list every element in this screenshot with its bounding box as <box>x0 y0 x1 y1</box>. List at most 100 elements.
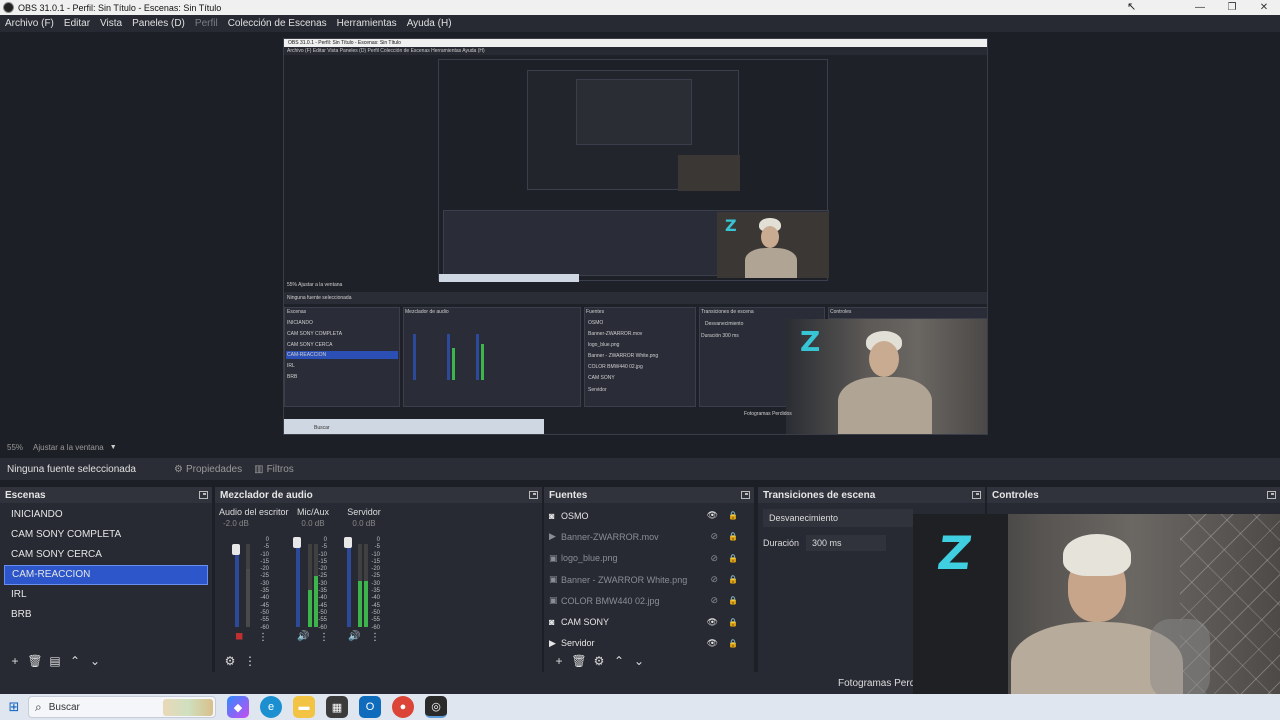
channel-db: -2.0 dB <box>223 519 249 528</box>
transitions-title: Transiciones de escena <box>763 489 876 501</box>
advanced-audio-icon[interactable]: ⚙ <box>220 654 240 668</box>
chevron-down-icon[interactable]: ⌄ <box>629 654 649 668</box>
lock-icon[interactable]: 🔒 <box>728 511 738 520</box>
speaker-icon[interactable]: 🔊 <box>297 631 309 642</box>
sources-title: Fuentes <box>549 489 588 501</box>
transition-select[interactable]: Desvanecimiento <box>763 509 913 527</box>
source-item-color-bmw[interactable]: ▣ COLOR BMW440 02.jpg ⊘ 🔒 <box>544 590 754 611</box>
meter-fill-mic <box>308 589 312 627</box>
source-item-banner-white[interactable]: ▣ Banner - ZWARROR White.png ⊘ 🔒 <box>544 569 754 590</box>
undock-icon[interactable] <box>529 491 538 499</box>
transition-duration: Duración 300 ms <box>763 535 887 551</box>
menu-help[interactable]: Ayuda (H) <box>407 18 452 29</box>
chevron-up-icon[interactable]: ⌃ <box>609 654 629 668</box>
add-source-icon[interactable]: + <box>549 654 569 668</box>
no-source-selected: Ninguna fuente seleccionada <box>7 463 136 475</box>
meter-tick: -10 <box>371 551 380 558</box>
add-scene-icon[interactable]: + <box>5 654 25 668</box>
muted-speaker-icon[interactable]: ◼ <box>235 631 243 642</box>
undock-icon[interactable] <box>1267 491 1276 499</box>
lock-icon[interactable]: 🔒 <box>728 532 738 541</box>
filters-button[interactable]: ▥ Filtros <box>254 464 294 475</box>
fader-mic[interactable] <box>293 537 301 548</box>
eye-hidden-icon[interactable]: ⊘ <box>710 574 718 585</box>
trash-icon[interactable]: 🗑 <box>569 654 589 668</box>
play-icon: ▶ <box>549 531 556 542</box>
scenes-toolbar: + 🗑 ▤ ⌃ ⌄ <box>0 650 212 672</box>
menu-docks[interactable]: Paneles (D) <box>132 18 185 29</box>
source-item-osmo[interactable]: ◙ OSMO 👁 🔒 <box>544 505 754 526</box>
eye-hidden-icon[interactable]: ⊘ <box>710 531 718 542</box>
maximize-icon[interactable]: ❐ <box>1216 0 1248 15</box>
chrome-icon[interactable]: ● <box>392 696 414 718</box>
meter-desktop-r <box>246 544 250 627</box>
scene-item-cam-sony-completa[interactable]: CAM SONY COMPLETA <box>4 525 208 545</box>
scene-item-cam-reaccion[interactable]: CAM-REACCION <box>4 565 208 585</box>
speaker-icon[interactable]: 🔊 <box>348 631 360 642</box>
eye-hidden-icon[interactable]: ⊘ <box>710 553 718 564</box>
trash-icon[interactable]: 🗑 <box>25 654 45 668</box>
fader-desktop[interactable] <box>232 544 240 555</box>
menu-scene-collection[interactable]: Colección de Escenas <box>228 18 327 29</box>
windows-start-icon[interactable]: ⊞ <box>0 699 28 715</box>
more-options-icon[interactable]: ⋮ <box>258 632 268 643</box>
properties-button[interactable]: ⚙ Propiedades <box>174 464 242 475</box>
scene-item-irl[interactable]: IRL <box>4 585 208 605</box>
more-options-icon[interactable]: ⋮ <box>370 632 380 643</box>
lock-icon[interactable]: 🔒 <box>728 639 738 648</box>
scene-item-cam-sony-cerca[interactable]: CAM SONY CERCA <box>4 545 208 565</box>
ticks-mic: 0 -5 -10 -15 -20 -25 -30 -35 -40 -45 -50 -55 -60 <box>315 537 327 632</box>
menu-file[interactable]: Archivo (F) <box>5 18 54 29</box>
eye-icon[interactable]: 👁 <box>707 638 718 649</box>
lock-icon[interactable]: 🔒 <box>728 554 738 563</box>
sources-dock: Fuentes ◙ OSMO 👁 🔒 ▶ Banner-ZWARROR.mov … <box>544 487 754 672</box>
eye-hidden-icon[interactable]: ⊘ <box>710 595 718 606</box>
obs-taskbar-icon[interactable]: ◎ <box>425 696 447 718</box>
store-icon[interactable]: ▦ <box>326 696 348 718</box>
duration-input[interactable]: 300 ms <box>806 535 887 551</box>
copilot-icon[interactable]: ◆ <box>227 696 249 718</box>
more-options-icon[interactable]: ⋮ <box>319 632 329 643</box>
fader-server[interactable] <box>344 537 352 548</box>
chevron-down-icon[interactable]: ⌄ <box>85 654 105 668</box>
meter-tick: -55 <box>318 617 327 624</box>
eye-icon[interactable]: 👁 <box>707 617 718 628</box>
channel-name: Audio del escritorio <box>219 507 289 517</box>
meter-tick: -25 <box>318 573 327 580</box>
menu-view[interactable]: Vista <box>100 18 122 29</box>
more-options-icon[interactable]: ⋮ <box>240 654 260 668</box>
menu-tools[interactable]: Herramientas <box>337 18 397 29</box>
scene-item-brb[interactable]: BRB <box>4 605 208 625</box>
undock-icon[interactable] <box>199 491 208 499</box>
outlook-icon[interactable]: O <box>359 696 381 718</box>
lock-icon[interactable]: 🔒 <box>728 575 738 584</box>
meter-tick: -40 <box>318 595 327 602</box>
chevron-down-icon[interactable]: ▼ <box>110 444 117 451</box>
chevron-up-icon[interactable]: ⌃ <box>65 654 85 668</box>
meter-tick: -35 <box>260 588 269 595</box>
preview-scale-bar: 55% Ajustar a la ventana ▼ <box>0 440 1280 454</box>
scene-item-iniciando[interactable]: INICIANDO <box>4 505 208 525</box>
source-item-cam-sony[interactable]: ◙ CAM SONY 👁 🔒 <box>544 611 754 632</box>
meter-tick: -5 <box>321 544 327 551</box>
edge-icon[interactable]: e <box>260 696 282 718</box>
close-icon[interactable]: ✕ <box>1248 0 1280 15</box>
sources-dock-header: Fuentes <box>544 487 754 503</box>
taskbar-search[interactable]: ⌕ Buscar <box>28 696 216 718</box>
undock-icon[interactable] <box>741 491 750 499</box>
window-controls: — ❐ ✕ <box>1184 0 1280 15</box>
lock-icon[interactable]: 🔒 <box>728 596 738 605</box>
menu-profile[interactable]: Perfil <box>195 18 218 29</box>
minimize-icon[interactable]: — <box>1184 0 1216 15</box>
source-item-banner-mov[interactable]: ▶ Banner-ZWARROR.mov ⊘ 🔒 <box>544 526 754 547</box>
scene-filters-icon[interactable]: ▤ <box>45 654 65 668</box>
nested-inner-preview-3 <box>576 79 692 145</box>
undock-icon[interactable] <box>972 491 981 499</box>
menu-edit[interactable]: Editar <box>64 18 90 29</box>
lock-icon[interactable]: 🔒 <box>728 618 738 627</box>
gear-icon[interactable]: ⚙ <box>589 654 609 668</box>
source-item-logo-blue[interactable]: ▣ logo_blue.png ⊘ 🔒 <box>544 548 754 569</box>
scale-dropdown[interactable]: Ajustar a la ventana <box>33 443 104 452</box>
file-explorer-icon[interactable]: ▬ <box>293 696 315 718</box>
eye-icon[interactable]: 👁 <box>707 510 718 521</box>
